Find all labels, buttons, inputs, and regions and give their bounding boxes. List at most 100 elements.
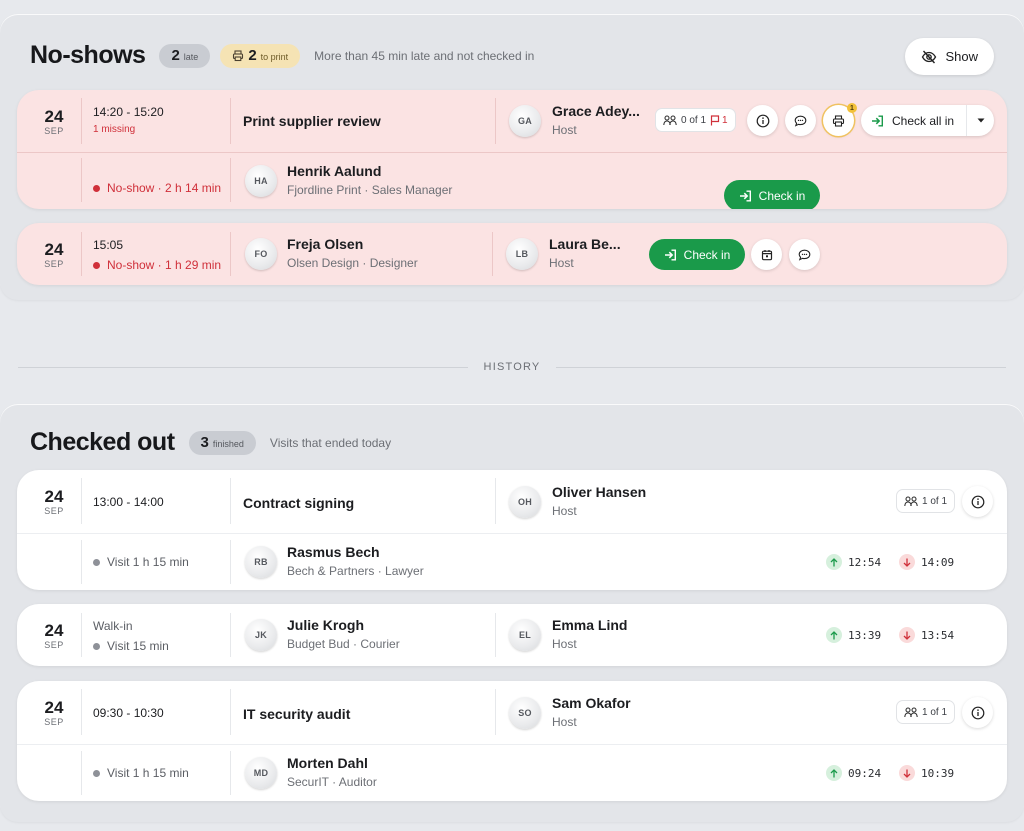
no-show-status: No-show · 1 h 29 min (93, 258, 221, 272)
no-shows-header: No-shows 2 late 2 to print More than 45 … (30, 41, 534, 70)
check-in-button[interactable]: Check in (724, 180, 820, 209)
show-button-label: Show (945, 49, 978, 64)
to-print-badge[interactable]: 2 to print (220, 43, 301, 68)
checked-out-group-card[interactable]: 24 SEP 09:30 - 10:30 IT security audit S… (17, 681, 1007, 801)
flag-icon (710, 114, 720, 125)
check-out-time: 14:09 (899, 554, 954, 570)
status-dot (93, 558, 100, 566)
check-out-time: 13:54 (899, 627, 954, 643)
divider (230, 689, 231, 735)
print-notification-badge: 1 (847, 103, 857, 113)
info-button[interactable] (962, 697, 993, 728)
time-range: 13:00 - 14:00 (93, 495, 164, 509)
chat-bubble-icon (798, 249, 811, 261)
sign-in-icon (739, 190, 751, 201)
arrow-up-icon (826, 554, 842, 570)
divider (81, 751, 82, 795)
divider (81, 478, 82, 524)
show-button[interactable]: Show (905, 38, 994, 75)
printer-icon (233, 49, 244, 61)
info-button[interactable] (962, 486, 993, 517)
users-icon (904, 706, 918, 717)
meeting-title: Contract signing (243, 495, 355, 511)
caret-down-icon (977, 118, 985, 123)
no-shows-panel: No-shows 2 late 2 to print More than 45 … (0, 14, 1024, 300)
divider (230, 540, 231, 584)
history-divider: HISTORY (18, 360, 1006, 374)
guest-count-chip[interactable]: 1 of 1 (896, 489, 956, 513)
row-divider (17, 744, 1007, 745)
date-block: 24 SEP (44, 621, 64, 651)
sign-in-icon (872, 115, 883, 126)
check-all-in-button[interactable]: Check all in (861, 105, 966, 136)
calendar-icon (761, 249, 772, 260)
check-in-button[interactable]: Check in (649, 239, 745, 270)
arrow-down-icon (899, 765, 915, 781)
finished-count-badge: 3 finished (188, 430, 256, 455)
missing-count: 1 missing (93, 124, 136, 135)
late-count-badge: 2 late (159, 43, 211, 68)
divider (81, 689, 82, 735)
divider (230, 232, 231, 276)
avatar: MD (245, 757, 277, 789)
arrow-down-icon (899, 554, 915, 570)
check-in-time: 09:24 (826, 765, 881, 781)
status-dot (93, 261, 100, 269)
arrow-up-icon (826, 765, 842, 781)
host-info: Oliver Hansen Host (552, 484, 647, 518)
divider (495, 613, 496, 657)
status-dot (93, 642, 100, 650)
avatar: FO (245, 238, 277, 270)
visitor-info: Freja Olsen Olsen Design · Designer (287, 236, 418, 270)
guest-count-chip[interactable]: 0 of 1 1 (655, 108, 736, 132)
meeting-title: IT security audit (243, 706, 351, 722)
no-show-group-card[interactable]: 24 SEP 14:20 - 15:20 1 missing Print sup… (17, 90, 1007, 209)
divider (495, 98, 496, 144)
info-button[interactable] (747, 105, 778, 136)
history-label: HISTORY (483, 361, 541, 373)
avatar: OH (509, 486, 541, 518)
sign-in-icon (664, 249, 676, 260)
divider (230, 158, 231, 202)
divider (230, 98, 231, 144)
message-button[interactable] (785, 105, 816, 136)
checked-out-group-card[interactable]: 24 SEP 13:00 - 14:00 Contract signing OH… (17, 470, 1007, 590)
schedule-button[interactable] (751, 239, 782, 270)
time-range: 09:30 - 10:30 (93, 706, 164, 720)
divider (230, 613, 231, 657)
date-block: 24 SEP (44, 107, 64, 137)
check-all-in-split-button[interactable]: Check all in (861, 105, 995, 136)
visitor-info: Morten Dahl SecurIT · Auditor (287, 755, 377, 789)
arrow-up-icon (826, 627, 842, 643)
row-divider (17, 152, 1007, 153)
users-icon (663, 114, 677, 125)
status-dot (93, 184, 100, 192)
section-title: Checked out (30, 428, 175, 456)
time-range: 14:20 - 15:20 1 missing (93, 105, 164, 135)
check-out-time: 10:39 (899, 765, 954, 781)
message-button[interactable] (789, 239, 820, 270)
chat-bubble-icon (794, 115, 807, 127)
divider (230, 478, 231, 524)
checked-out-panel: Checked out 3 finished Visits that ended… (0, 404, 1024, 822)
check-all-in-dropdown[interactable] (966, 105, 994, 136)
visit-duration: Visit 1 h 15 min (93, 766, 189, 780)
guest-count-chip[interactable]: 1 of 1 (896, 700, 956, 724)
avatar: LB (506, 238, 538, 270)
divider (81, 158, 82, 202)
section-subtitle: More than 45 min late and not checked in (314, 48, 535, 63)
no-show-status: No-show · 2 h 14 min (93, 181, 221, 195)
divider (81, 98, 82, 144)
divider (230, 751, 231, 795)
check-in-time: 13:39 (826, 627, 881, 643)
printer-icon (832, 114, 845, 127)
visit-duration: Visit 15 min (93, 639, 169, 653)
divider (81, 232, 82, 276)
divider-line (556, 366, 1006, 368)
divider-line (18, 366, 468, 368)
checked-out-walkin-card[interactable]: 24 SEP Walk-in Visit 15 min JK Julie Kro… (17, 604, 1007, 666)
host-info: Laura Be... Host (549, 236, 621, 270)
avatar: RB (245, 546, 277, 578)
no-show-single-card[interactable]: 24 SEP 15:05 No-show · 1 h 29 min FO Fre… (17, 223, 1007, 285)
host-info: Grace Adey... Host (552, 103, 640, 137)
